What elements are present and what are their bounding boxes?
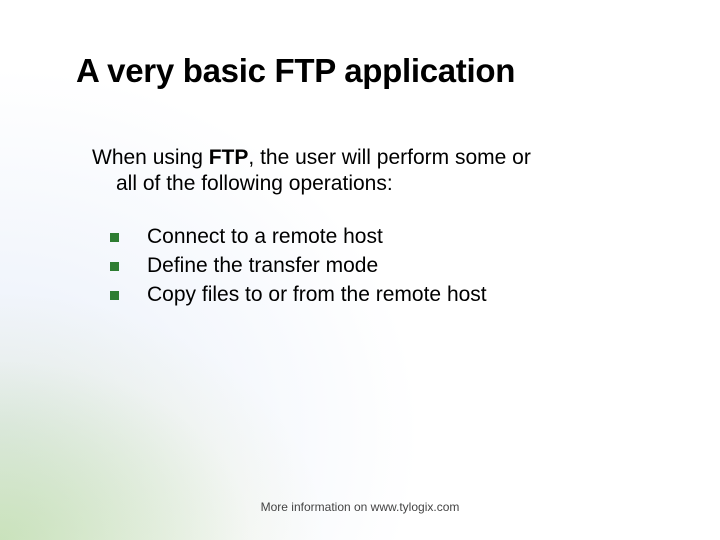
intro-paragraph: When using FTP, the user will perform so… (92, 145, 612, 198)
footer-text: More information on www.tylogix.com (0, 500, 720, 514)
bullet-list: Connect to a remote host Define the tran… (108, 224, 628, 311)
list-item: Define the transfer mode (108, 253, 628, 280)
intro-bold-term: FTP (209, 146, 249, 169)
list-item: Connect to a remote host (108, 224, 628, 251)
square-bullet-icon (110, 233, 119, 242)
list-item-label: Copy files to or from the remote host (147, 282, 487, 309)
intro-line2: all of the following operations: (92, 171, 612, 197)
intro-prefix: When using (92, 146, 209, 169)
slide-title: A very basic FTP application (76, 52, 515, 90)
list-item: Copy files to or from the remote host (108, 282, 628, 309)
intro-line1-rest: , the user will perform some or (248, 146, 530, 169)
square-bullet-icon (110, 291, 119, 300)
list-item-label: Define the transfer mode (147, 253, 378, 280)
list-item-label: Connect to a remote host (147, 224, 383, 251)
square-bullet-icon (110, 262, 119, 271)
